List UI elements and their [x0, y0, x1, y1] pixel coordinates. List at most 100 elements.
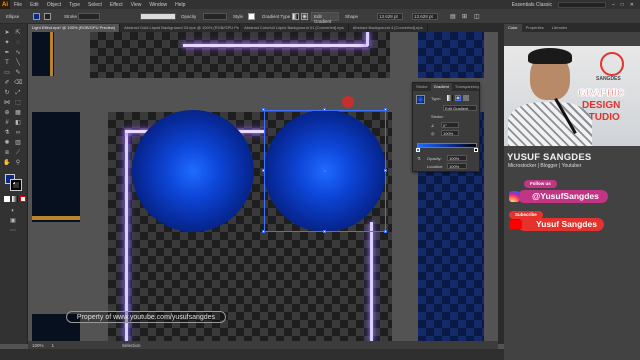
gradient-stop-start[interactable] [416, 148, 420, 152]
minimize-icon[interactable]: – [612, 2, 615, 8]
rotate-tool-icon[interactable]: ↻ [3, 90, 11, 97]
tab-background-4[interactable]: Abstract Background 4 [Converted].eps [349, 24, 428, 32]
eyedropper-tool-icon[interactable]: ⚗ [3, 130, 11, 137]
magic-wand-tool-icon[interactable]: ✦ [3, 40, 11, 47]
tab-colorfull-liquid[interactable]: Abstract Colorfull Liquid Background 01 … [240, 24, 349, 32]
artboard-tool-icon[interactable]: ⧈ [3, 150, 11, 157]
graph-tool-icon[interactable]: ▥ [14, 140, 22, 147]
handle-middle-right[interactable] [384, 169, 387, 172]
gradient-slider[interactable] [417, 143, 477, 148]
tab-stroke[interactable]: Stroke [413, 83, 431, 91]
menu-view[interactable]: View [127, 2, 146, 8]
linear-type-button[interactable] [447, 95, 453, 101]
free-transform-tool-icon[interactable]: ⬚ [14, 100, 22, 107]
direct-selection-tool-icon[interactable]: ⇱ [14, 30, 22, 37]
handle-top-left[interactable] [262, 108, 265, 111]
gradient-tool-icon[interactable]: ◧ [14, 120, 22, 127]
freeform-type-button[interactable] [463, 95, 469, 101]
eraser-tool-icon[interactable]: ⌫ [14, 80, 22, 87]
instagram-handle-pill[interactable]: @YusufSangdes [518, 190, 608, 203]
gradient-mode-icon[interactable] [12, 196, 18, 202]
hand-tool-icon[interactable]: ✋ [3, 160, 11, 167]
transform-icon[interactable]: ⊞ [462, 13, 467, 20]
handle-bottom-left[interactable] [262, 230, 265, 233]
fill-swatch[interactable] [33, 13, 40, 20]
tab-properties[interactable]: Properties [522, 24, 548, 32]
menu-edit[interactable]: Edit [26, 2, 43, 8]
eyedropper-icon[interactable]: ⚗ [417, 156, 421, 161]
stroke-swatch[interactable] [44, 13, 51, 20]
draw-mode-icon[interactable]: ◐ [9, 208, 17, 215]
edit-gradient-field[interactable]: Edit Gradient [443, 105, 477, 111]
menu-help[interactable]: Help [171, 2, 189, 8]
zoom-tool-icon[interactable]: ⚲ [14, 160, 22, 167]
tab-light-effect[interactable]: Light Effect.eps* @ 100% (RGB/GPU Previe… [28, 24, 121, 32]
location-field[interactable]: 100% [447, 163, 467, 169]
selection-tool-icon[interactable]: ➤ [3, 30, 11, 37]
isolate-icon[interactable]: ◫ [474, 13, 480, 20]
symbol-sprayer-tool-icon[interactable]: ✺ [3, 140, 11, 147]
close-icon[interactable]: ✕ [630, 2, 634, 8]
style-swatch[interactable] [248, 13, 255, 20]
tab-transparency[interactable]: Transparency [452, 83, 482, 91]
lasso-tool-icon[interactable]: ◌ [14, 40, 22, 47]
mesh-tool-icon[interactable]: # [3, 120, 11, 127]
perspective-grid-tool-icon[interactable]: ▦ [14, 110, 22, 117]
menu-window[interactable]: Window [145, 2, 171, 8]
pen-tool-icon[interactable]: ✒ [3, 50, 11, 57]
gradient-preview-swatch[interactable] [416, 95, 425, 104]
artboard-canvas[interactable] [28, 32, 498, 341]
youtube-channel-pill[interactable]: Yusuf Sangdes [518, 218, 604, 231]
shaper-tool-icon[interactable]: ✐ [3, 80, 11, 87]
tab-gold-liquid[interactable]: Abstract Gold Liquid Background 03.eps @… [120, 24, 241, 32]
align-icon[interactable]: ▤ [450, 13, 456, 20]
rectangle-tool-icon[interactable]: ▭ [3, 70, 11, 77]
none-mode-icon[interactable] [20, 196, 26, 202]
workspace-switcher[interactable]: Essentials Classic [512, 2, 552, 8]
aspect-ratio-field[interactable]: 100% [441, 130, 459, 136]
tab-gradient[interactable]: Gradient [430, 83, 452, 91]
handle-bottom-right[interactable] [384, 230, 387, 233]
stroke-color-box[interactable] [10, 179, 22, 191]
width-field[interactable]: 13.628 pt [377, 13, 403, 20]
color-mode-icon[interactable] [4, 196, 10, 202]
paintbrush-tool-icon[interactable]: ✎ [14, 70, 22, 77]
search-stock-input[interactable] [557, 1, 606, 8]
height-field[interactable]: 13.628 pt [412, 13, 438, 20]
opacity-field[interactable]: 100% [447, 155, 467, 161]
slice-tool-icon[interactable]: ⟋ [14, 150, 22, 157]
radial-type-button[interactable] [455, 95, 461, 101]
handle-bottom-middle[interactable] [323, 230, 326, 233]
angle-field[interactable]: 0° [441, 122, 459, 128]
radial-gradient-button[interactable] [301, 13, 308, 20]
stroke-weight-field[interactable] [78, 13, 100, 20]
handle-top-middle[interactable] [323, 108, 326, 111]
maximize-icon[interactable]: □ [621, 2, 624, 8]
line-tool-icon[interactable]: ╲ [14, 60, 22, 67]
menu-type[interactable]: Type [65, 2, 84, 8]
menu-select[interactable]: Select [84, 2, 106, 8]
edit-gradient-button[interactable]: Edit Gradient [311, 12, 339, 24]
brush-definition-dropdown[interactable] [140, 13, 176, 20]
tab-libraries[interactable]: Libraries [548, 24, 571, 32]
artboard-number[interactable]: 1 [52, 343, 55, 348]
edit-toolbar-icon[interactable]: ⋯ [9, 228, 17, 235]
gradient-sphere-left[interactable] [132, 110, 254, 232]
zoom-level[interactable]: 100% [32, 343, 44, 348]
blend-tool-icon[interactable]: ∞ [14, 130, 22, 137]
menu-file[interactable]: File [10, 2, 26, 8]
shape-builder-tool-icon[interactable]: ⊕ [3, 110, 11, 117]
scale-tool-icon[interactable]: ⤢ [14, 90, 22, 97]
width-tool-icon[interactable]: ⋈ [3, 100, 11, 107]
tab-color[interactable]: Color [504, 24, 522, 32]
menu-object[interactable]: Object [43, 2, 65, 8]
type-tool-icon[interactable]: T [3, 60, 11, 67]
handle-middle-left[interactable] [262, 169, 265, 172]
opacity-field[interactable] [203, 13, 227, 20]
screen-mode-icon[interactable]: ▣ [9, 218, 17, 225]
linear-gradient-button[interactable] [292, 13, 299, 20]
curvature-tool-icon[interactable]: ∿ [14, 50, 22, 57]
gradient-stop-end[interactable] [474, 148, 478, 152]
menu-effect[interactable]: Effect [106, 2, 127, 8]
handle-top-right[interactable] [384, 108, 387, 111]
